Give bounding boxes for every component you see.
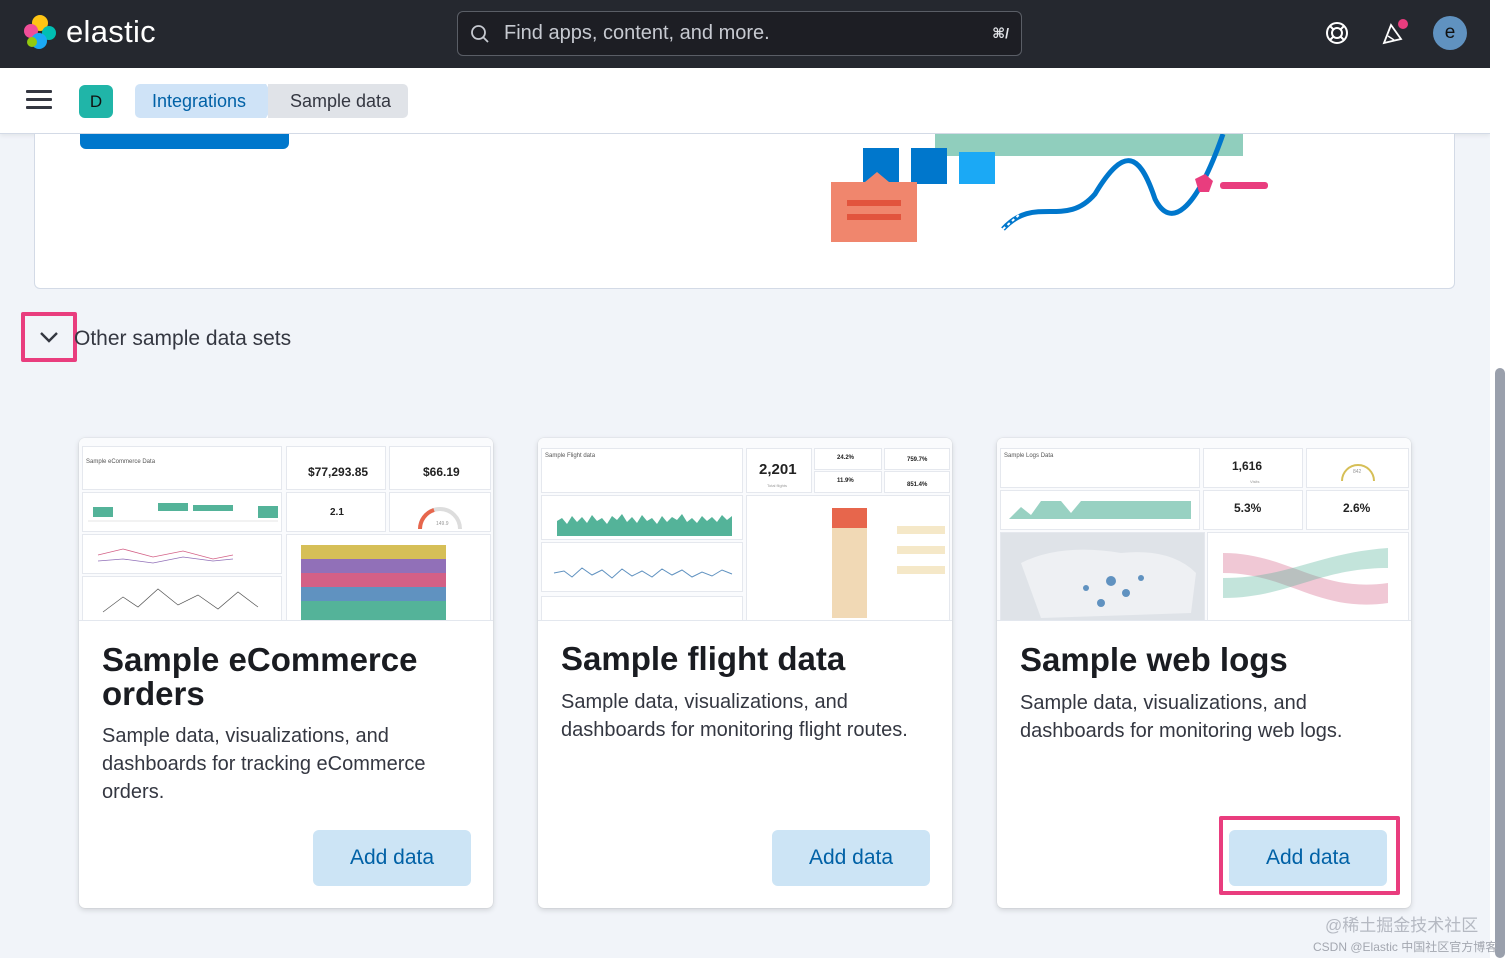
- thumb-kpi-2: $66.19: [423, 465, 460, 479]
- search-placeholder: Find apps, content, and more.: [504, 22, 770, 44]
- chevron-down-icon: [40, 332, 58, 343]
- thumb-table: [746, 495, 950, 620]
- help-icon[interactable]: [1321, 17, 1353, 49]
- other-sample-data-toggle[interactable]: [21, 312, 77, 362]
- thumb-kpi-box: $66.19: [389, 446, 491, 490]
- breadcrumb-integrations[interactable]: Integrations: [135, 84, 277, 118]
- thumb-line-chart: [541, 542, 743, 592]
- thumb-kpi-1-sub: Total flights: [767, 483, 788, 488]
- thumb-kpi-3: 2.6%: [1343, 501, 1371, 515]
- search-icon: [471, 24, 489, 43]
- hamburger-menu-icon[interactable]: [26, 90, 52, 112]
- elastic-logo[interactable]: elastic: [22, 14, 156, 50]
- thumb-kpi-box: 2.1: [286, 492, 386, 532]
- section-title: Other sample data sets: [74, 327, 292, 350]
- thumb-kpi-1: $77,293.85: [308, 465, 369, 479]
- highlight-box: [1219, 816, 1400, 895]
- search-shortcut: ⌘/: [992, 25, 1009, 41]
- thumb-kpi-box: 5.3%: [1203, 490, 1303, 530]
- thumb-kpi-box: 851.4%: [884, 471, 950, 493]
- thumb-header-box: Sample Flight data: [541, 448, 743, 493]
- thumb-header-text: Sample Flight data: [545, 453, 596, 459]
- card-thumbnail-web-logs: Sample Logs Data 1,616 Visits 842 5.3% 2…: [997, 438, 1411, 621]
- thumb-stacked-chart: [286, 534, 491, 620]
- top-header: elastic Find apps, content, and more. ⌘/…: [0, 0, 1490, 68]
- logo-text: elastic: [66, 14, 156, 49]
- thumb-header-box: Sample Logs Data: [1000, 448, 1200, 488]
- thumb-kpi-box: $77,293.85: [286, 446, 386, 490]
- card-description: Sample data, visualizations, and dashboa…: [102, 725, 426, 803]
- thumb-kpi-box: 1,616 Visits: [1203, 448, 1303, 488]
- thumb-kpi-4: 11.9%: [837, 478, 854, 484]
- thumb-kpi-2: 5.3%: [1234, 501, 1262, 515]
- thumb-line-chart-2: [82, 576, 282, 620]
- thumb-kpi-3: 759.7%: [907, 457, 928, 463]
- featured-sample-panel: [34, 134, 1455, 289]
- card-thumbnail-flights: Sample Flight data 2,201 Total flights 2…: [538, 438, 952, 621]
- thumb-kpi-1-sub: Visits: [1250, 479, 1260, 484]
- scrollbar-thumb[interactable]: [1495, 368, 1505, 958]
- card-title: Sample flight data: [561, 640, 846, 677]
- thumb-kpi-1: 1,616: [1232, 459, 1263, 473]
- user-avatar[interactable]: e: [1433, 16, 1467, 50]
- thumb-kpi-box: 2,201 Total flights: [746, 448, 812, 493]
- thumb-map: [1000, 532, 1205, 620]
- sample-card-ecommerce: Sample eCommerce Data $77,293.85 $66.19 …: [79, 438, 493, 908]
- thumb-area-chart: [1000, 490, 1200, 530]
- breadcrumb-bar: D Integrations Sample data: [0, 68, 1490, 134]
- thumb-bar-chart: [541, 495, 743, 540]
- sample-card-flights: Sample Flight data 2,201 Total flights 2…: [538, 438, 952, 908]
- add-data-button-ecommerce[interactable]: Add data: [313, 830, 471, 886]
- thumb-kpi-3: 2.1: [330, 507, 344, 518]
- thumb-kpi-box: 759.7%: [884, 448, 950, 470]
- card-title: Sample eCommerce orders: [102, 641, 418, 712]
- thumb-kpi-1: 2,201: [759, 461, 797, 478]
- thumb-gauge-value: 842: [1353, 469, 1362, 475]
- card-thumbnail-ecommerce: Sample eCommerce Data $77,293.85 $66.19 …: [79, 438, 493, 621]
- thumb-kpi-box: 11.9%: [814, 471, 882, 493]
- card-title: Sample web logs: [1020, 641, 1288, 678]
- thumb-kpi-box: 2.6%: [1306, 490, 1409, 530]
- thumb-sankey: [1207, 532, 1409, 620]
- thumb-line-chart: [82, 534, 282, 574]
- thumb-gauge: 842: [1306, 448, 1409, 488]
- thumb-kpi-2: 24.2%: [837, 455, 855, 461]
- breadcrumb-sample-data: Sample data: [268, 84, 408, 118]
- thumb-gauge: 149.9: [389, 492, 491, 532]
- thumb-kpi-5: 851.4%: [907, 482, 928, 488]
- news-feed-icon[interactable]: [1378, 17, 1410, 49]
- hero-view-data-button[interactable]: [80, 134, 289, 149]
- elastic-logo-icon: [24, 15, 56, 49]
- thumb-header-text: Sample eCommerce Data: [86, 459, 156, 465]
- watermark-line-1: @稀土掘金技术社区: [1325, 916, 1479, 935]
- thumb-gauge-value: 149.9: [436, 521, 449, 527]
- add-data-button-flights[interactable]: Add data: [772, 830, 930, 886]
- thumb-kpi-box: 24.2%: [814, 448, 882, 470]
- card-description: Sample data, visualizations, and dashboa…: [561, 691, 908, 741]
- space-avatar[interactable]: D: [79, 85, 113, 118]
- thumb-header-text: Sample Logs Data: [1004, 453, 1054, 459]
- thumb-header-box: Sample eCommerce Data: [82, 446, 282, 490]
- hero-illustration: [831, 134, 1268, 242]
- global-search-input[interactable]: Find apps, content, and more. ⌘/: [457, 11, 1022, 56]
- card-description: Sample data, visualizations, and dashboa…: [1020, 692, 1343, 742]
- thumb-bar-chart: [82, 492, 282, 532]
- thumb-bar-chart-2: [541, 596, 743, 620]
- watermark-line-2: CSDN @Elastic 中国社区官方博客: [1313, 940, 1498, 954]
